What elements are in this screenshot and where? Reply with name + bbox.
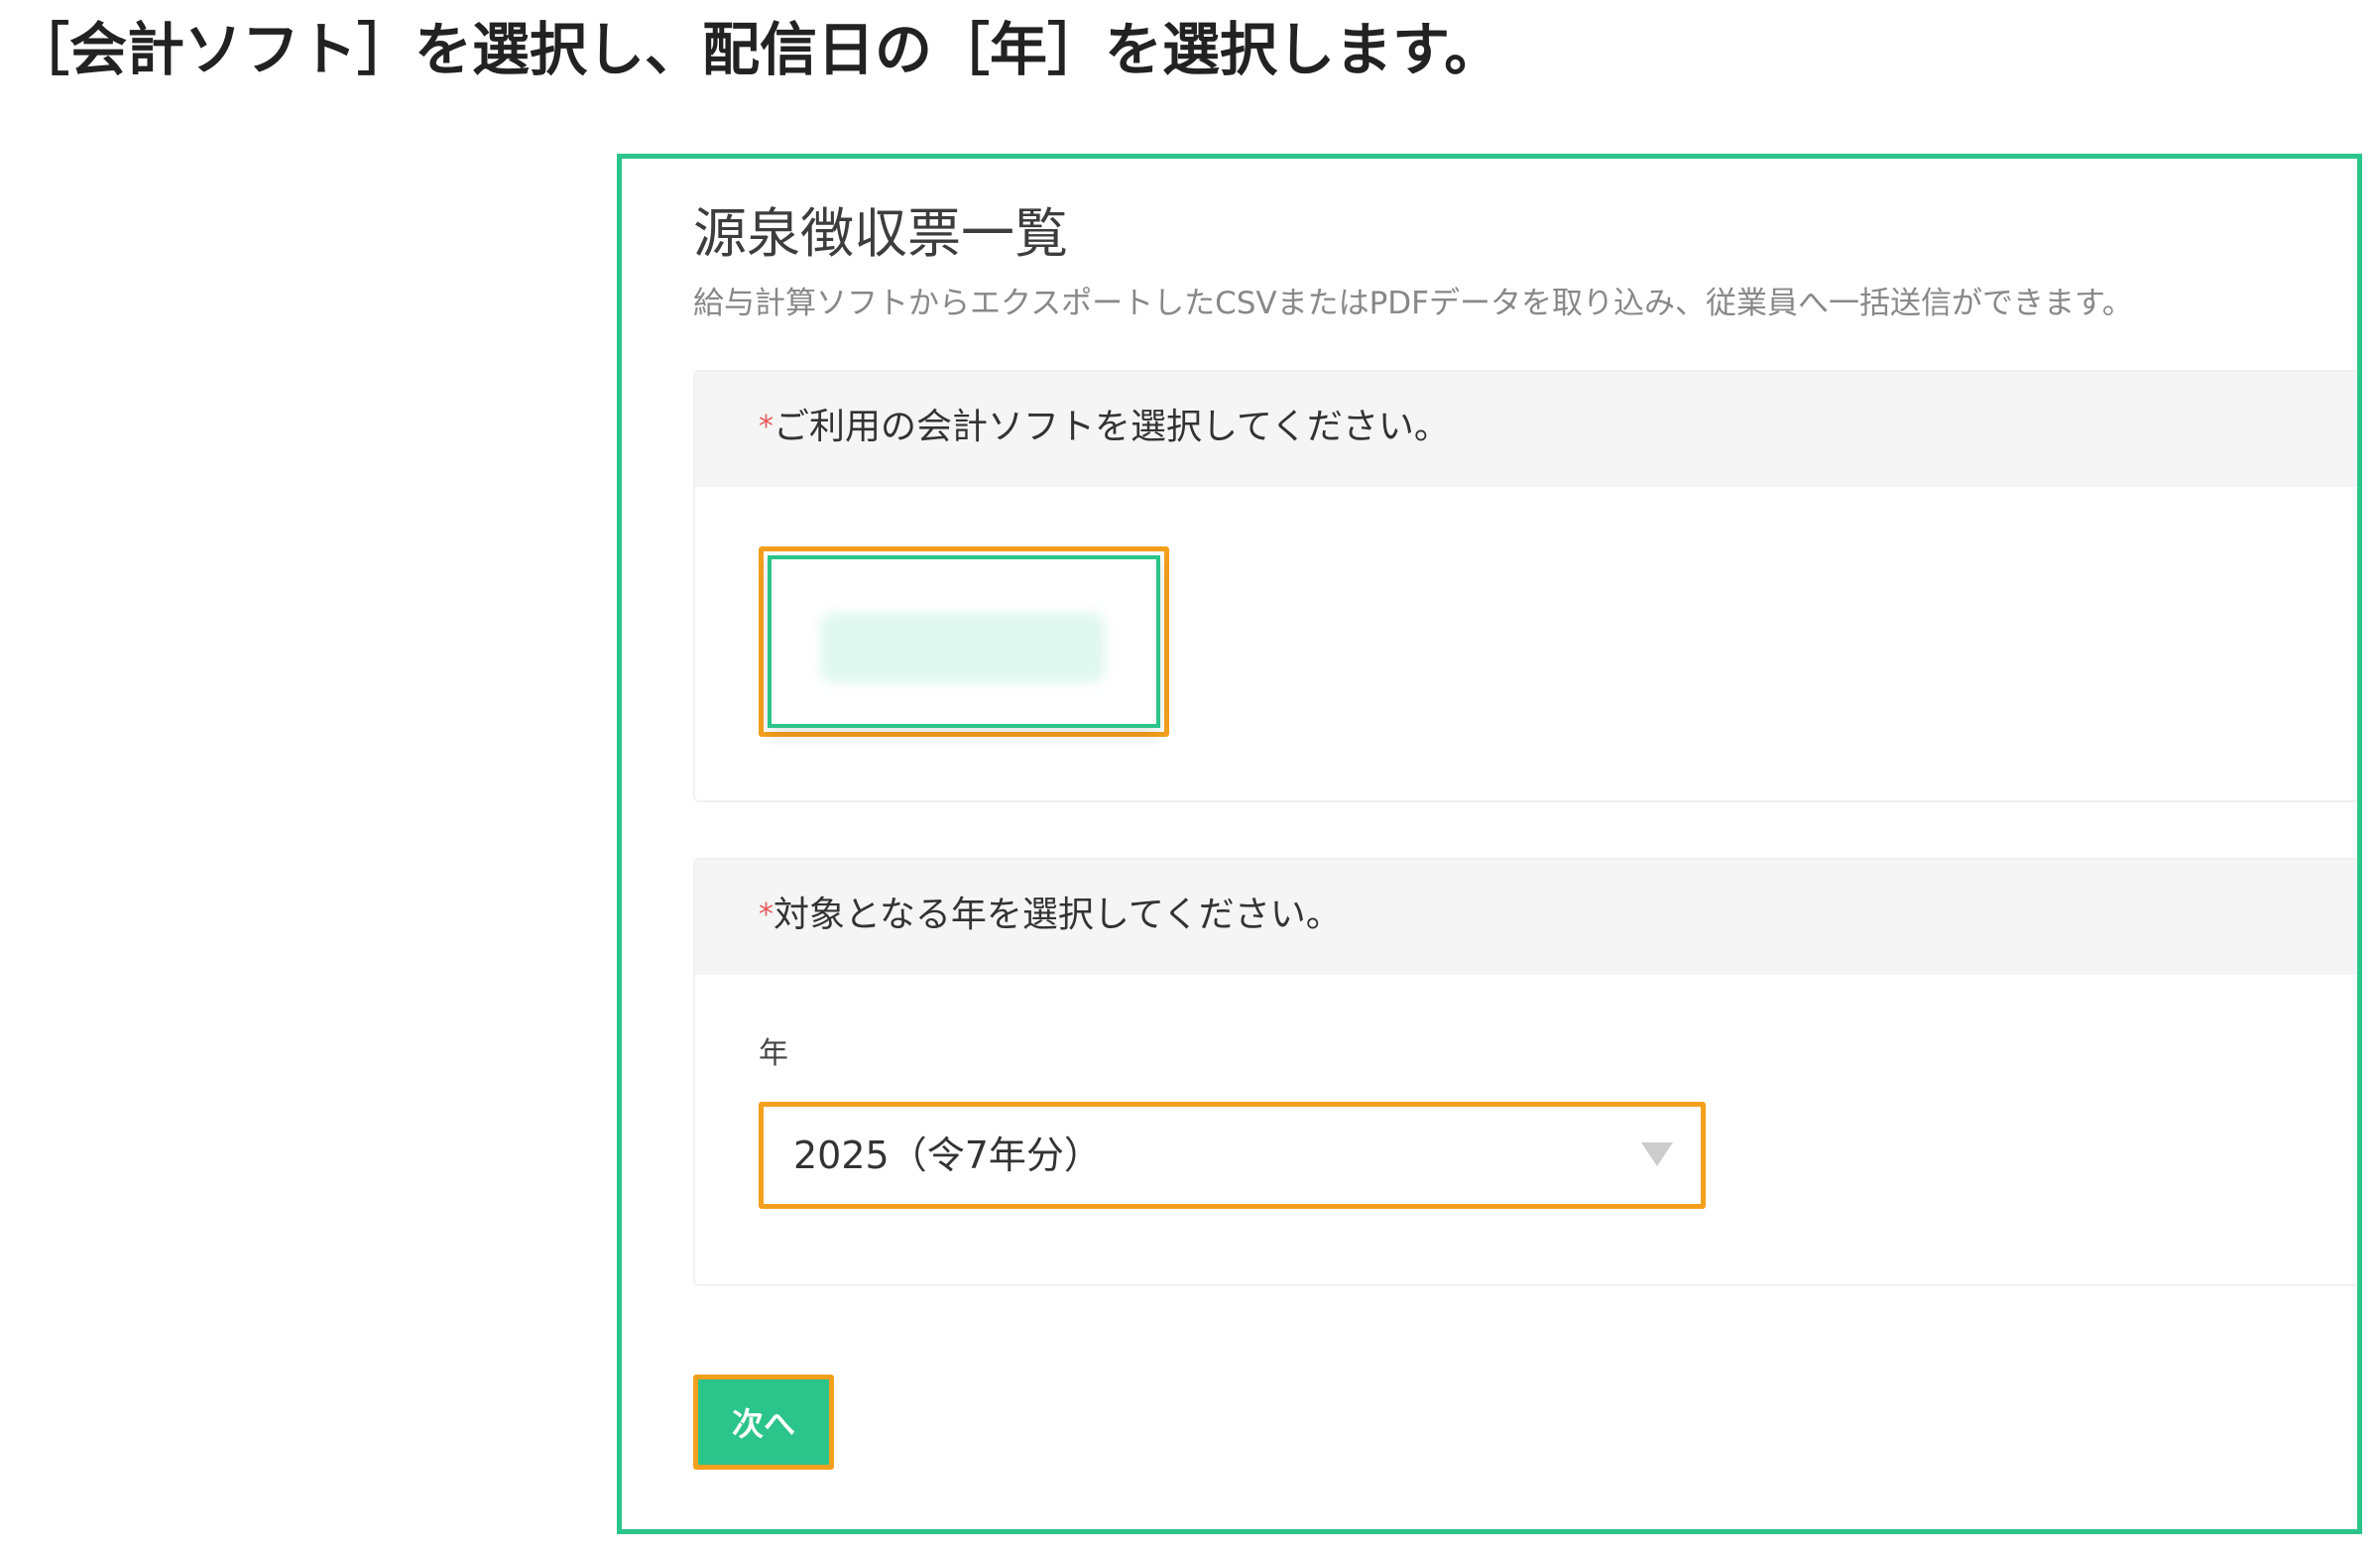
year-select-value: 2025（令7年分） [793,1134,1102,1177]
year-field-label: 年 [759,1036,788,1071]
screenshot-frame: 源泉徴収票一覧 給与計算ソフトからエクスポートしたCSVまたはPDFデータを取り… [617,154,2362,1534]
software-section: *ご利用の会計ソフトを選択してください。 [693,370,2357,802]
software-section-header: *ご利用の会計ソフトを選択してください。 [695,372,2357,487]
year-select[interactable]: 2025（令7年分） [759,1102,1706,1209]
page-title: 源泉徴収票一覧 [693,202,1068,265]
year-section-header: *対象となる年を選択してください。 [695,860,2357,975]
year-section-label: *対象となる年を選択してください。 [759,890,1342,941]
year-section-label-text: 対象となる年を選択してください。 [774,895,1342,935]
instruction-heading: ［会計ソフト］を選択し、配信日の［年］を選択します。 [12,16,1502,83]
chevron-down-icon[interactable] [1641,1142,1673,1166]
software-section-label-text: ご利用の会計ソフトを選択してください。 [774,407,1450,447]
software-option-button[interactable] [759,546,1169,737]
page-description: 給与計算ソフトからエクスポートしたCSVまたはPDFデータを取り込み、従業員へ一… [693,286,2133,321]
next-button[interactable]: 次へ [693,1375,834,1470]
software-section-label: *ご利用の会計ソフトを選択してください。 [759,402,1450,453]
software-logo-blurred [821,613,1105,682]
required-mark: * [759,410,774,444]
software-option-card[interactable] [768,555,1160,728]
year-section: *対象となる年を選択してください。 年 2025（令7年分） [693,858,2357,1286]
required-mark: * [759,897,774,932]
